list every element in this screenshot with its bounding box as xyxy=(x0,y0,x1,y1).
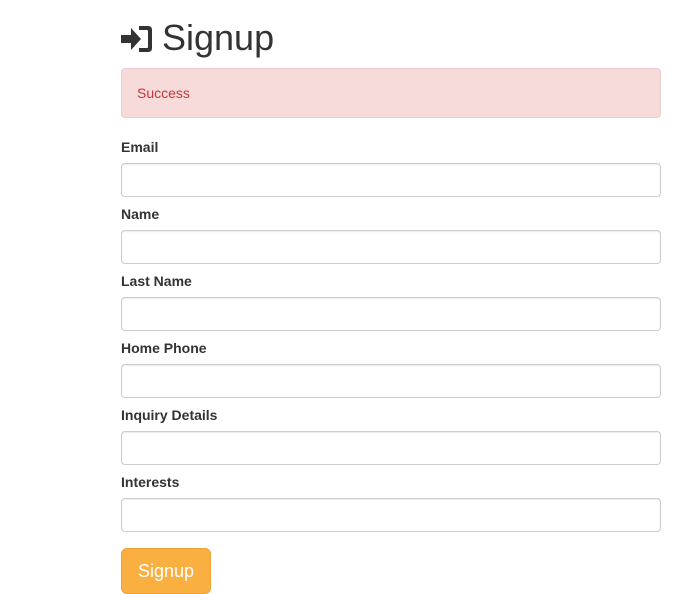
alert-message: Success xyxy=(137,85,190,101)
interests-field[interactable] xyxy=(121,498,661,532)
name-label: Name xyxy=(121,206,160,222)
home-phone-label: Home Phone xyxy=(121,340,207,356)
home-phone-field[interactable] xyxy=(121,364,661,398)
email-label: Email xyxy=(121,139,159,155)
email-field[interactable] xyxy=(121,163,661,197)
success-alert: Success xyxy=(121,68,661,118)
inquiry-details-field[interactable] xyxy=(121,431,661,465)
signup-form: Email Name Last Name Home Phone Inquiry … xyxy=(121,139,661,594)
signup-button[interactable]: Signup xyxy=(121,548,211,594)
signup-container: Signup Success Email Name Last Name Home… xyxy=(121,16,661,594)
name-field[interactable] xyxy=(121,230,661,264)
last-name-label: Last Name xyxy=(121,273,192,289)
last-name-field[interactable] xyxy=(121,297,661,331)
interests-label: Interests xyxy=(121,474,180,490)
page-title: Signup xyxy=(121,16,661,60)
page-title-text: Signup xyxy=(162,17,275,58)
inquiry-details-label: Inquiry Details xyxy=(121,407,218,423)
sign-in-icon xyxy=(121,24,153,52)
